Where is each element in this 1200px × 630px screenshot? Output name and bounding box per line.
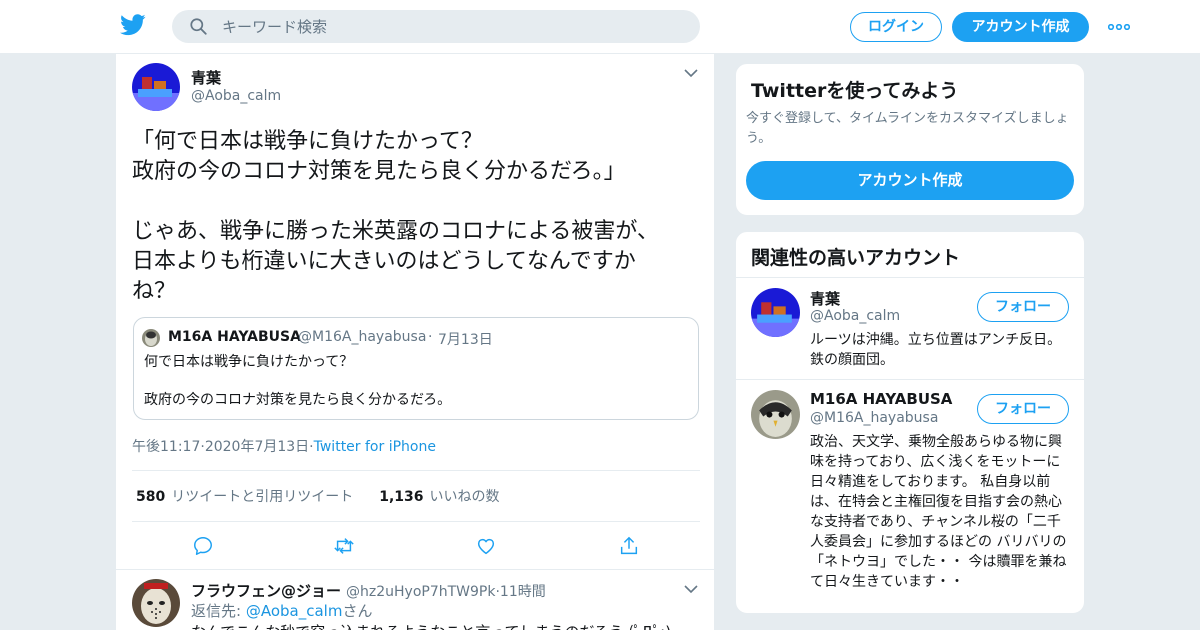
divider [132,521,700,522]
reply-to-handle[interactable]: @Aoba_calm [246,602,343,620]
tweet-source[interactable]: Twitter for iPhone [314,439,436,455]
more-dots-icon[interactable] [1108,24,1130,30]
tweet-column: 青葉 @Aoba_calm 「何で日本は戦争に負けたかって？ 政府の今のコロナ対… [115,54,715,630]
tweet-date[interactable]: 2020年7月13日 [205,439,309,455]
related-accounts-title: 関連性の高いアカウント [751,247,961,269]
account-bio: 政治、天文学、乗物全般あらゆる物に興味を持っており、広く浅くをモットーに日々精進… [810,434,1067,590]
author-avatar[interactable] [132,63,180,111]
signup-card-title: Twitterを使ってみよう [751,80,959,102]
reply-text: なんでこんな秒で突っ込まれるようなこと言ってしまうのだろう (ﾟДﾟ;) [191,621,701,630]
like-stat[interactable]: 1,136 いいねの数 [379,489,499,505]
login-button[interactable]: ログイン [850,12,942,42]
retweet-stat[interactable]: 580 リツイートと引用リツイート [136,489,353,505]
reply-author-avatar[interactable] [132,579,180,627]
like-count: 1,136 [379,489,424,505]
reply-author-meta[interactable]: @hz2uHyoP7hTW9Pk·11時間 [346,581,546,601]
reply-time[interactable]: 11時間 [500,584,546,600]
account-name[interactable]: 青葉 [810,288,840,309]
search-input[interactable] [222,10,682,43]
search-box[interactable] [172,10,700,43]
like-icon[interactable] [475,535,497,557]
quoted-author-name: M16A HAYABUSA [168,329,301,345]
tweet-stats: 580 リツイートと引用リツイート 1,136 いいねの数 [136,486,500,506]
signup-button[interactable]: アカウント作成 [952,12,1089,42]
account-handle[interactable]: @M16A_hayabusa [810,410,938,426]
quoted-text: 何で日本は戦争に負けたかって？ 政府の今のコロナ対策を見たら良く分かるだろ。 [144,354,452,408]
like-label: いいねの数 [429,489,500,505]
quoted-author-handle: @M16A_hayabusa [298,329,427,345]
account-bio: ルーツは沖縄。立ち位置はアンチ反日。鉄の顔面団。 [810,332,1062,368]
divider [736,379,1084,380]
reply-to-suffix: さん [342,602,373,620]
signup-card: Twitterを使ってみよう 今すぐ登録して、タイムラインをカスタマイズしましょ… [735,63,1085,216]
tweet-metadata: 午後11:17·2020年7月13日·Twitter for iPhone [132,436,436,456]
twitter-bird-icon[interactable] [120,14,146,36]
quoted-author-avatar [142,329,160,347]
tweet-text: 「何で日本は戦争に負けたかって？ 政府の今のコロナ対策を見たら良く分かるだろ。」… [132,129,659,304]
signup-card-subtitle: 今すぐ登録して、タイムラインをカスタマイズしましょう。 [746,111,1069,146]
chevron-down-icon[interactable] [684,585,698,594]
share-icon[interactable] [618,535,640,557]
retweet-label: リツイートと引用リツイート [171,489,354,505]
search-icon [190,18,207,35]
signup-card-button[interactable]: アカウント作成 [746,161,1074,200]
account-avatar[interactable] [751,390,800,439]
reply-icon[interactable] [192,535,214,557]
account-name[interactable]: M16A HAYABUSA [810,390,952,408]
account-avatar[interactable] [751,288,800,337]
divider [116,569,714,570]
retweet-icon[interactable] [333,535,355,557]
retweet-count: 580 [136,489,166,505]
quoted-date: 7月13日 [438,332,493,348]
follow-button[interactable]: フォロー [977,292,1069,322]
chevron-down-icon[interactable] [684,69,698,78]
reply-to-label: 返信先: [191,602,242,620]
divider [132,470,700,471]
quoted-separator: · [428,329,433,345]
related-accounts-card: 関連性の高いアカウント 青葉 @Aoba_calm フォロー ルーツは沖縄。立ち… [735,231,1085,614]
tweet-time[interactable]: 午後11:17 [132,439,200,455]
reply-author-handle: @hz2uHyoP7hTW9Pk [346,584,496,600]
reply-to-line: 返信先: @Aoba_calmさん [191,600,372,621]
quoted-tweet[interactable]: M16A HAYABUSA @M16A_hayabusa · 7月13日 何で日… [133,317,699,420]
author-handle[interactable]: @Aoba_calm [191,88,281,104]
reply-author-name[interactable]: フラウフェン@ジョー [191,580,341,601]
account-handle[interactable]: @Aoba_calm [810,308,900,324]
follow-button[interactable]: フォロー [977,394,1069,424]
top-navigation-bar: ログイン アカウント作成 [0,0,1200,54]
author-name[interactable]: 青葉 [191,67,221,88]
divider [736,277,1084,278]
